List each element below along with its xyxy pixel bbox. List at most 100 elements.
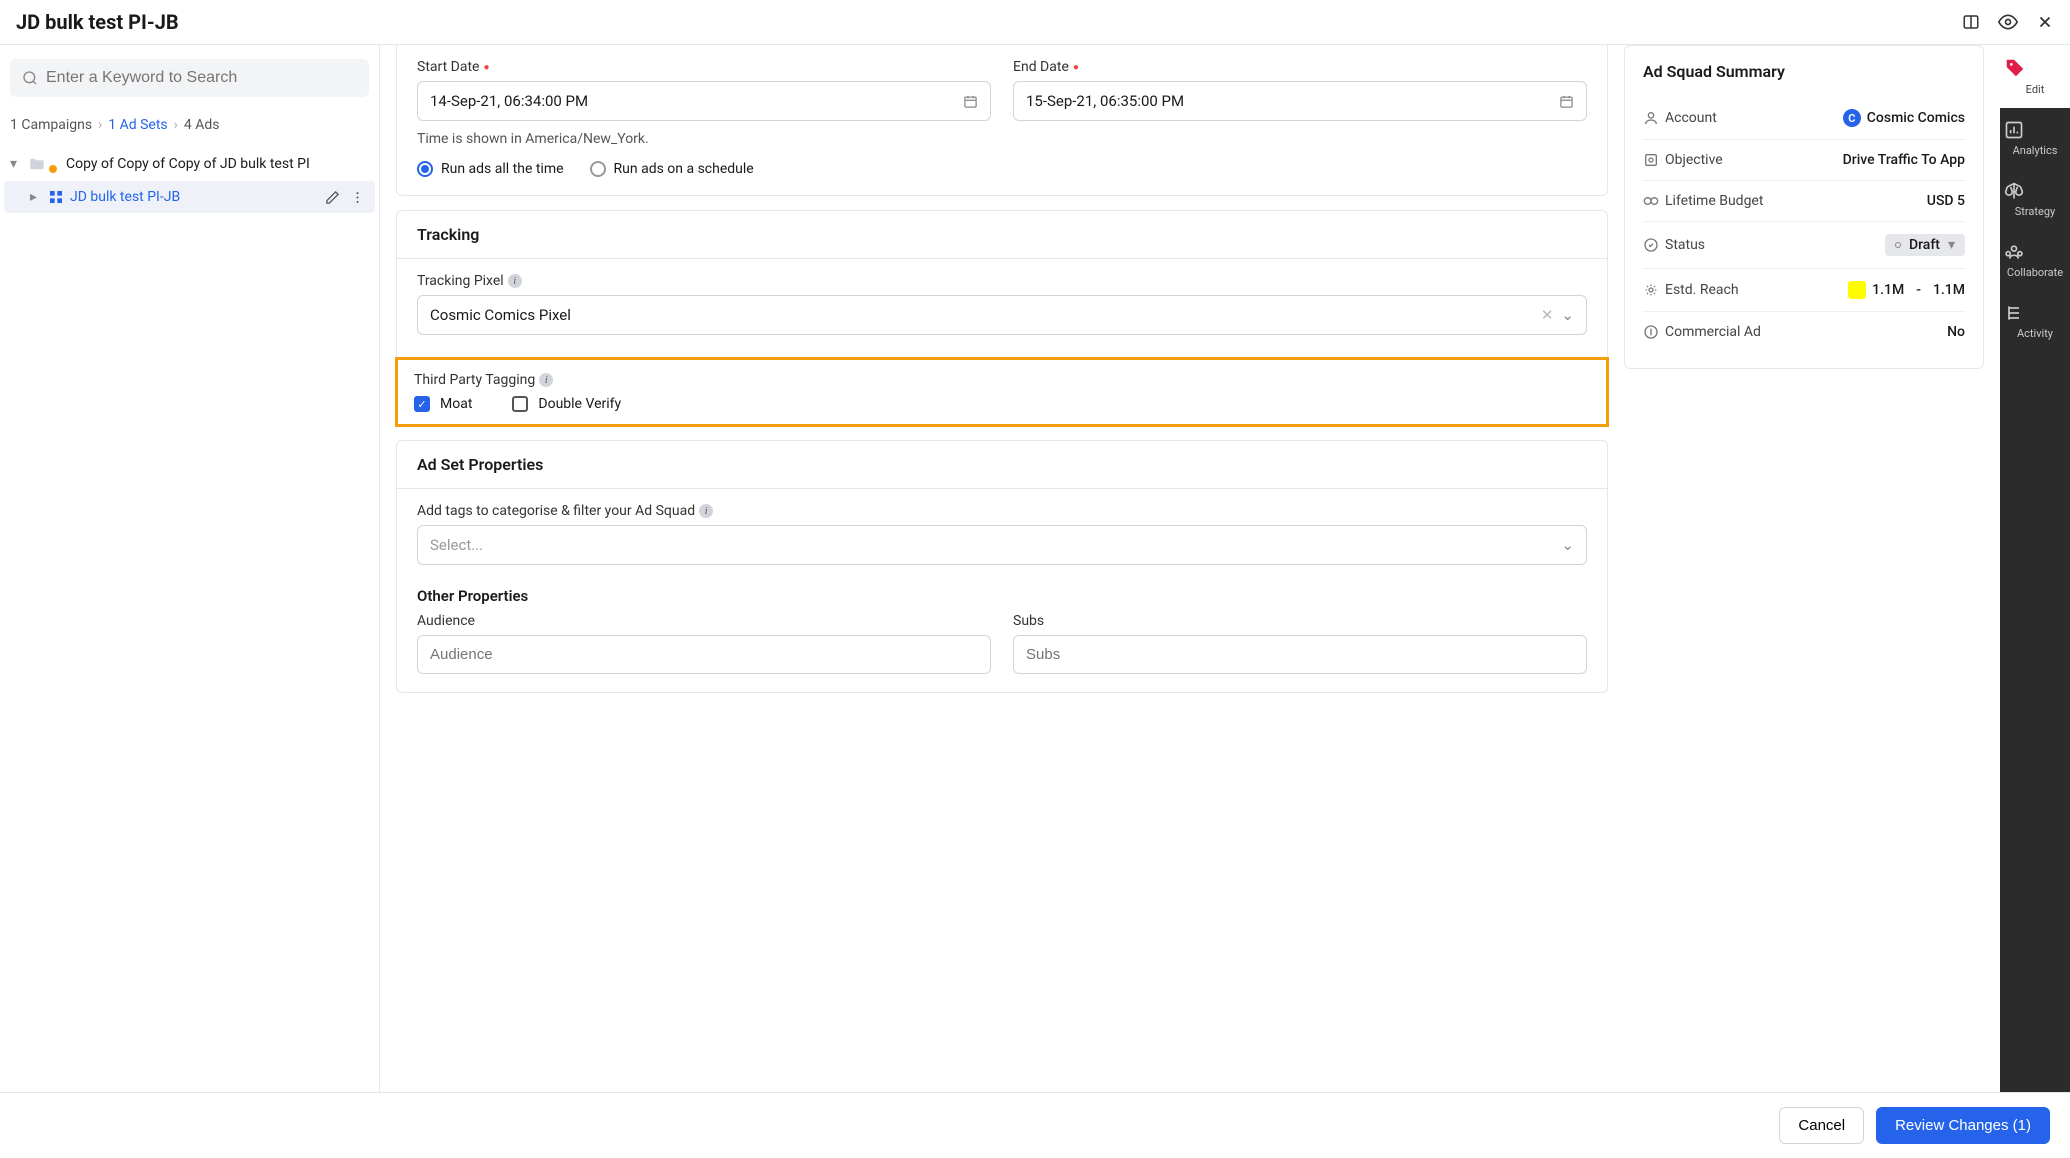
subs-input[interactable]: [1013, 635, 1587, 674]
tree-campaign-label: Copy of Copy of Copy of JD bulk test PI: [66, 156, 369, 172]
status-dot-icon: [49, 165, 57, 173]
search-box[interactable]: [10, 59, 369, 97]
summary-reach-dash: -: [1916, 282, 1921, 298]
people-icon: [2004, 242, 2066, 262]
summary-row-commercial: Commercial Ad No: [1643, 312, 1965, 352]
rail-collaborate[interactable]: Collaborate: [2000, 230, 2070, 291]
campaign-tree: ▾ Copy of Copy of Copy of JD bulk test P…: [0, 143, 379, 217]
chevron-down-icon[interactable]: ⌄: [1561, 306, 1574, 324]
tags-select[interactable]: Select... ⌄: [417, 525, 1587, 565]
review-changes-button[interactable]: Review Changes (1): [1876, 1107, 2050, 1144]
search-input[interactable]: [46, 69, 357, 87]
summary-commercial-label: Commercial Ad: [1665, 324, 1947, 340]
info-icon[interactable]: i: [699, 504, 713, 518]
crumb-adsets[interactable]: 1 Ad Sets: [108, 117, 167, 133]
audience-input[interactable]: [417, 635, 991, 674]
tracking-pixel-select[interactable]: Cosmic Comics Pixel ✕ ⌄: [417, 295, 1587, 335]
timezone-hint: Time is shown in America/New_York.: [417, 131, 1587, 147]
activity-icon: [2004, 303, 2066, 323]
info-icon[interactable]: i: [508, 274, 522, 288]
radio-icon: [417, 161, 433, 177]
summary-row-objective: Objective Drive Traffic To App: [1643, 140, 1965, 181]
more-icon[interactable]: [350, 190, 365, 205]
radio-run-all-label: Run ads all the time: [441, 161, 564, 177]
left-sidebar: 1 Campaigns › 1 Ad Sets › 4 Ads ▾ Copy o…: [0, 45, 380, 1092]
panel-toggle-icon[interactable]: [1962, 13, 1980, 31]
chevron-down-icon[interactable]: ▾: [10, 156, 22, 172]
checkbox-icon: [512, 396, 528, 412]
target-icon: [1643, 152, 1665, 168]
summary-account-label: Account: [1665, 110, 1843, 126]
ad-squad-summary-card: Ad Squad Summary Account C Cosmic Comics…: [1624, 45, 1984, 369]
status-dot-icon: [1895, 242, 1901, 248]
rail-activity-label: Activity: [2017, 327, 2053, 340]
info-icon[interactable]: i: [539, 373, 553, 387]
user-icon: [1643, 110, 1665, 126]
status-badge[interactable]: Draft ▾: [1885, 234, 1965, 256]
rail-edit-label: Edit: [2026, 83, 2045, 96]
chevron-down-icon: ▾: [1948, 237, 1955, 253]
rail-strategy[interactable]: Strategy: [2000, 169, 2070, 230]
start-date-input[interactable]: 14-Sep-21, 06:34:00 PM: [417, 81, 991, 121]
tag-icon: [2004, 57, 2066, 79]
chevron-right-icon: ›: [98, 117, 102, 133]
rail-collaborate-label: Collaborate: [2007, 266, 2063, 279]
rail-edit[interactable]: Edit: [2000, 45, 2070, 108]
snapchat-icon: [1848, 281, 1866, 299]
chevron-right-icon[interactable]: ▸: [30, 189, 42, 205]
checkbox-icon: ✓: [414, 396, 430, 412]
other-properties-title: Other Properties: [417, 587, 1587, 605]
preview-icon[interactable]: [1998, 12, 2018, 32]
rail-analytics-label: Analytics: [2013, 144, 2058, 157]
tree-adset-row[interactable]: ▸ JD bulk test PI-JB: [4, 181, 375, 213]
adset-properties-card: Ad Set Properties Add tags to categorise…: [396, 440, 1608, 693]
rail-activity[interactable]: Activity: [2000, 291, 2070, 352]
summary-budget-label: Lifetime Budget: [1665, 193, 1927, 209]
radio-icon: [590, 161, 606, 177]
audience-label: Audience: [417, 613, 991, 629]
radio-run-schedule[interactable]: Run ads on a schedule: [590, 161, 754, 177]
search-icon: [22, 70, 38, 86]
checkbox-moat-label: Moat: [440, 396, 472, 412]
adset-icon: [48, 189, 64, 205]
crumb-ads[interactable]: 4 Ads: [184, 117, 220, 133]
avatar: C: [1843, 109, 1861, 127]
crumb-campaigns[interactable]: 1 Campaigns: [10, 117, 92, 133]
summary-reach-label: Estd. Reach: [1665, 282, 1848, 298]
third-party-tagging-highlight: Third Party Tagging i ✓ Moat Double Veri…: [395, 357, 1609, 427]
topbar: JD bulk test PI-JB: [0, 0, 2070, 45]
chevron-right-icon: ›: [174, 117, 178, 133]
edit-icon[interactable]: [325, 190, 340, 205]
close-icon[interactable]: [2036, 13, 2054, 31]
scale-icon: [2004, 181, 2066, 201]
calendar-icon: [1559, 94, 1574, 109]
summary-row-status: Status Draft ▾: [1643, 222, 1965, 269]
tracking-pixel-value: Cosmic Comics Pixel: [430, 306, 571, 324]
summary-row-account: Account C Cosmic Comics: [1643, 97, 1965, 140]
tree-adset-label: JD bulk test PI-JB: [70, 189, 319, 205]
reach-icon: [1643, 282, 1665, 298]
subs-label: Subs: [1013, 613, 1587, 629]
checkbox-moat[interactable]: ✓ Moat: [414, 396, 472, 412]
end-date-input[interactable]: 15-Sep-21, 06:35:00 PM: [1013, 81, 1587, 121]
folder-icon: [28, 155, 46, 173]
commercial-icon: [1643, 324, 1665, 340]
summary-reach-high: 1.1M: [1933, 282, 1965, 298]
summary-commercial-value: No: [1947, 324, 1965, 340]
chevron-down-icon: ⌄: [1561, 536, 1574, 554]
summary-account-value: Cosmic Comics: [1867, 110, 1965, 126]
breadcrumb: 1 Campaigns › 1 Ad Sets › 4 Ads: [0, 111, 379, 143]
checkbox-double-verify[interactable]: Double Verify: [512, 396, 621, 412]
summary-budget-value: USD 5: [1927, 193, 1965, 209]
third-party-tagging-label: Third Party Tagging i: [414, 372, 1590, 388]
topbar-actions: [1962, 12, 2054, 32]
radio-run-schedule-label: Run ads on a schedule: [614, 161, 754, 177]
rail-analytics[interactable]: Analytics: [2000, 108, 2070, 169]
cancel-button[interactable]: Cancel: [1779, 1107, 1864, 1144]
summary-status-value: Draft: [1909, 237, 1940, 253]
tree-campaign-row[interactable]: ▾ Copy of Copy of Copy of JD bulk test P…: [0, 147, 379, 181]
end-date-value: 15-Sep-21, 06:35:00 PM: [1026, 92, 1184, 110]
checkbox-dv-label: Double Verify: [538, 396, 621, 412]
radio-run-all[interactable]: Run ads all the time: [417, 161, 564, 177]
clear-icon[interactable]: ✕: [1541, 306, 1554, 324]
